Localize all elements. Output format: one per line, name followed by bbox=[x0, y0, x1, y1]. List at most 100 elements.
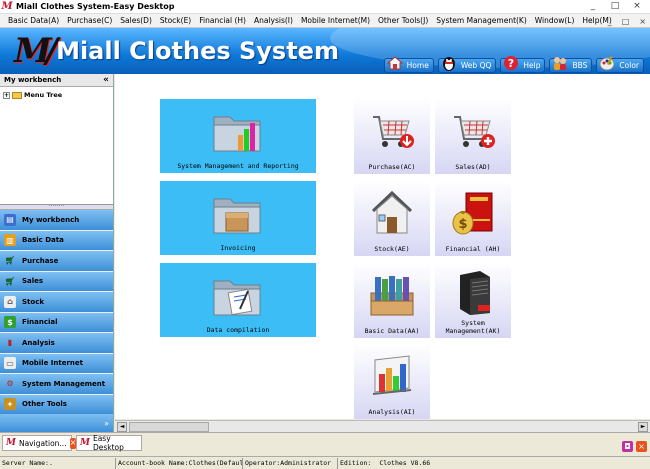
tile-system-management[interactable]: System Management(AK) bbox=[435, 263, 511, 338]
window-titlebar: M Miall Clothes System-Easy Desktop _ □ … bbox=[0, 0, 650, 14]
color-button-label: Color bbox=[619, 61, 639, 70]
mdi-restore-button[interactable]: □ bbox=[622, 17, 630, 26]
help-button[interactable]: ? Help bbox=[500, 55, 546, 73]
task-navigation[interactable]: M Navigation... × bbox=[2, 435, 77, 451]
tile-invoicing[interactable]: Invoicing bbox=[160, 181, 316, 255]
sidebar-more-button[interactable]: » bbox=[0, 414, 113, 432]
menu-mobile-internet[interactable]: Mobile Internet(M) bbox=[297, 16, 374, 25]
tile-analysis[interactable]: Analysis(AI) bbox=[354, 344, 430, 419]
sidebar-nav: ▤ My workbench ▥ Basic Data 🛒︎ Purchase … bbox=[0, 210, 113, 415]
basic-data-icon: ▥ bbox=[4, 234, 16, 247]
window-maximize-button[interactable]: □ bbox=[608, 1, 622, 11]
help-icon: ? bbox=[503, 55, 519, 71]
sidebar-item-label: My workbench bbox=[22, 215, 80, 224]
brand-logo: M bbox=[14, 31, 52, 71]
bbs-button-label: BBS bbox=[572, 61, 588, 70]
folder-box-icon bbox=[213, 198, 261, 234]
menu-financial[interactable]: Financial (H) bbox=[195, 16, 250, 25]
home-button[interactable]: Home bbox=[383, 55, 434, 73]
server-icon bbox=[460, 271, 490, 315]
sidebar-item-financial[interactable]: $ Financial bbox=[0, 312, 113, 333]
sidebar-item-mobile-internet[interactable]: ▭ Mobile Internet bbox=[0, 353, 113, 374]
purchase-icon: 🛒︎ bbox=[4, 256, 16, 266]
tile-stock[interactable]: Stock(AE) bbox=[354, 181, 430, 256]
status-bar: Server Name:. Account-book Name:Clothes(… bbox=[0, 456, 650, 469]
mdi-minimize-button[interactable]: _ bbox=[608, 17, 612, 26]
tile-label: Stock(AE) bbox=[374, 245, 410, 253]
sidebar-item-sales[interactable]: 🛒︎ Sales bbox=[0, 271, 113, 292]
tile-basic-data[interactable]: Basic Data(AA) bbox=[354, 263, 430, 338]
status-edition-label: Edition: bbox=[340, 459, 372, 467]
tile-sales[interactable]: Sales(AD) bbox=[435, 99, 511, 174]
menu-window[interactable]: Window(L) bbox=[531, 16, 579, 25]
menu-other-tools[interactable]: Other Tools(J) bbox=[374, 16, 432, 25]
cart-plus-icon bbox=[454, 116, 495, 148]
tile-label: Financial (AH) bbox=[445, 245, 501, 253]
tile-data-compilation[interactable]: Data compilation bbox=[160, 263, 316, 337]
system-management-icon: ⚙ bbox=[6, 379, 14, 389]
people-icon bbox=[552, 55, 568, 71]
menu-analysis[interactable]: Analysis(I) bbox=[250, 16, 297, 25]
tile-system-management-reporting[interactable]: System Management and Reporting bbox=[160, 99, 316, 173]
tile-label: Sales(AD) bbox=[455, 163, 491, 171]
sidebar-item-stock[interactable]: ⌂ Stock bbox=[0, 292, 113, 313]
menu-sales[interactable]: Sales(D) bbox=[116, 16, 156, 25]
mdi-controls: _ □ × bbox=[608, 14, 646, 28]
tree-expander[interactable]: + bbox=[3, 91, 10, 99]
color-button[interactable]: Color bbox=[596, 55, 644, 73]
sidebar-item-purchase[interactable]: 🛒︎ Purchase bbox=[0, 251, 113, 272]
web-qq-button[interactable]: Web QQ bbox=[437, 56, 497, 73]
folder-chart-icon bbox=[213, 116, 261, 152]
menu-purchase[interactable]: Purchase(C) bbox=[63, 16, 116, 25]
menu-stock[interactable]: Stock(E) bbox=[156, 16, 195, 25]
binders-icon bbox=[370, 276, 414, 316]
tabbar-controls: ◘ × bbox=[622, 441, 647, 452]
help-button-label: Help bbox=[523, 61, 541, 70]
tile-label: Basic Data(AA) bbox=[364, 327, 420, 335]
app-logo-icon: M bbox=[1, 1, 13, 12]
sidebar-item-label: Purchase bbox=[22, 256, 59, 265]
sidebar-item-label: Financial bbox=[22, 318, 58, 327]
restore-window-button[interactable]: ◘ bbox=[622, 441, 633, 452]
sidebar-item-basic-data[interactable]: ▥ Basic Data bbox=[0, 230, 113, 251]
bbs-button[interactable]: BBS bbox=[549, 55, 593, 73]
menu-basic-data[interactable]: Basic Data(A) bbox=[4, 16, 63, 25]
app-logo-icon: M bbox=[6, 438, 16, 448]
home-icon bbox=[386, 55, 403, 71]
scroll-left-button[interactable]: ◄ bbox=[117, 422, 127, 432]
task-easy-desktop[interactable]: M Easy Desktop bbox=[76, 434, 142, 452]
desktop-horizontal-scrollbar[interactable]: ◄ ► bbox=[115, 420, 650, 432]
sidebar-item-label: Sales bbox=[22, 277, 44, 286]
bar-chart-icon bbox=[372, 355, 412, 395]
window-minimize-button[interactable]: _ bbox=[586, 1, 600, 11]
mdi-close-button[interactable]: × bbox=[639, 17, 646, 26]
scroll-right-button[interactable]: ► bbox=[638, 422, 648, 432]
sidebar-title: My workbench bbox=[4, 76, 62, 84]
easy-desktop: System Management and Reporting Invoicin… bbox=[115, 74, 650, 419]
window-close-button[interactable]: × bbox=[630, 1, 644, 11]
tile-label: Data compilation bbox=[206, 326, 270, 334]
sidebar-collapse-button[interactable]: « bbox=[103, 75, 109, 85]
task-label: Navigation... bbox=[18, 438, 67, 448]
svg-text:$: $ bbox=[458, 217, 467, 232]
status-edition-value: Clothes V8.66 bbox=[379, 459, 431, 467]
folder-document-icon bbox=[213, 280, 261, 316]
sidebar-item-other-tools[interactable]: ✦ Other Tools bbox=[0, 394, 113, 415]
sidebar-item-analysis[interactable]: ▮ Analysis bbox=[0, 333, 113, 354]
menu-system-management[interactable]: System Management(K) bbox=[432, 16, 531, 25]
app-logo-icon: M bbox=[80, 438, 90, 448]
brand: M / Miall Clothes System bbox=[14, 31, 339, 71]
scroll-thumb[interactable] bbox=[129, 422, 209, 432]
tile-financial[interactable]: $ Financial (AH) bbox=[435, 181, 511, 256]
close-window-button[interactable]: × bbox=[636, 441, 647, 452]
palette-icon bbox=[599, 55, 615, 71]
menu-tree: + Menu Tree bbox=[0, 87, 113, 205]
sidebar: My workbench « + Menu Tree ········ ▤ My… bbox=[0, 74, 114, 432]
house-icon bbox=[371, 190, 413, 234]
tree-node-menu-tree[interactable]: + Menu Tree bbox=[3, 91, 110, 99]
tile-purchase[interactable]: Purchase(AC) bbox=[354, 99, 430, 174]
sidebar-item-system-management[interactable]: ⚙ System Management bbox=[0, 374, 113, 395]
sidebar-item-my-workbench[interactable]: ▤ My workbench bbox=[0, 210, 113, 231]
brand-logo-stroke: / bbox=[45, 31, 59, 71]
task-label: Easy Desktop bbox=[92, 434, 124, 452]
